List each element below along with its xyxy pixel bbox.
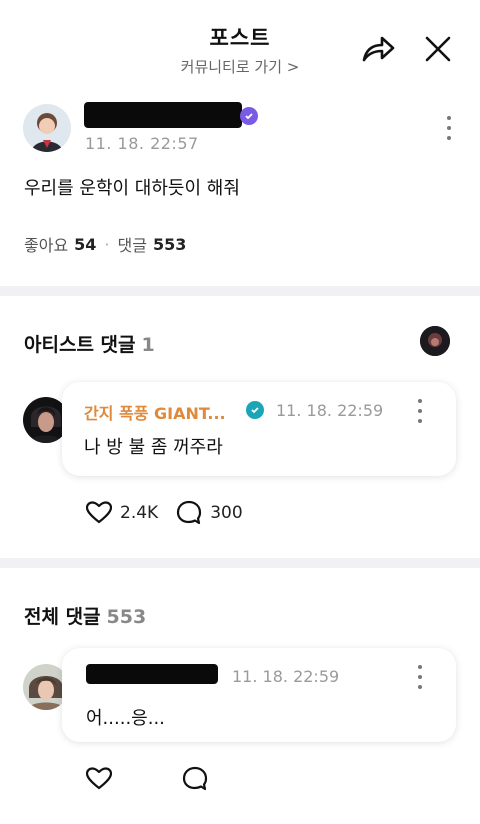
artist-comment-author[interactable]: 간지 폭풍 GIANT... (84, 400, 226, 424)
like-button[interactable] (86, 767, 120, 791)
author-name-redacted (84, 102, 242, 128)
close-button[interactable] (418, 29, 458, 69)
reply-button[interactable]: 300 (176, 500, 243, 526)
all-comments-label: 전체 댓글 (24, 606, 101, 628)
post-more-menu-icon[interactable] (439, 110, 459, 146)
artist-comment-text: 나 방 불 좀 꺼주라 (84, 437, 223, 458)
post-author-avatar[interactable] (23, 104, 71, 152)
comments-count: 553 (152, 234, 187, 254)
share-icon (362, 36, 395, 62)
likes-label: 좋아요 (24, 236, 69, 255)
section-divider (0, 558, 480, 568)
comments-label: 댓글 (117, 236, 147, 255)
artist-comment-bubble[interactable] (62, 382, 456, 476)
verified-badge-icon (240, 107, 258, 125)
post-body: 우리를 운학이 대하듯이 해줘 (24, 178, 240, 199)
post-timestamp: 11. 18. 22:57 (85, 134, 199, 153)
top-bar: 포스트 커뮤니티로 가기 > (0, 0, 480, 96)
share-button[interactable] (358, 29, 398, 69)
artist-comment-timestamp: 11. 18. 22:59 (276, 401, 384, 420)
artist-comments-label: 아티스트 댓글 (24, 334, 136, 356)
heart-icon (86, 501, 112, 524)
artist-comment-more-icon[interactable] (410, 393, 430, 429)
comment-timestamp: 11. 18. 22:59 (232, 667, 340, 686)
artist-comments-count: 1 (141, 334, 155, 356)
all-comments-title: 전체 댓글 553 (24, 602, 146, 629)
artist-comments-title: 아티스트 댓글 1 (24, 330, 155, 357)
likes-count: 54 (74, 234, 97, 254)
page-title: 포스트 (209, 26, 271, 50)
heart-icon (86, 767, 112, 790)
artist-verified-badge-icon (246, 401, 264, 419)
comment-more-icon[interactable] (410, 659, 430, 695)
reply-button[interactable] (182, 766, 216, 792)
reply-count: 300 (210, 503, 243, 523)
go-to-community-link[interactable]: 커뮤니티로 가기 > (0, 56, 480, 77)
artist-comment-actions: 2.4K 300 (86, 500, 261, 526)
comment-bubble-icon (177, 500, 202, 525)
stats-separator: · (104, 234, 110, 254)
section-divider (0, 286, 480, 296)
post-stats: 좋아요 54 · 댓글 553 (24, 232, 186, 256)
comment-bubble-icon (182, 766, 208, 791)
artist-avatar-small[interactable] (420, 326, 450, 356)
all-comments-count: 553 (106, 606, 147, 628)
comment-author-redacted (86, 664, 218, 684)
close-icon (425, 36, 451, 62)
post: 11. 18. 22:57 우리를 운학이 대하듯이 해줘 좋아요 54 · 댓… (0, 96, 480, 286)
like-button[interactable]: 2.4K (86, 501, 158, 525)
like-count: 2.4K (120, 503, 159, 523)
comment-text: 어.....응... (86, 708, 165, 729)
comment-actions (86, 766, 234, 792)
